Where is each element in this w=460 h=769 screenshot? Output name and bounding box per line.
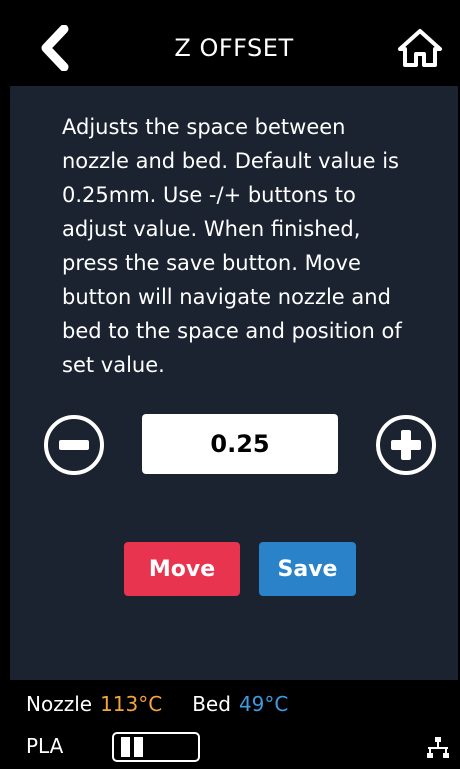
instructions-text: Adjusts the space between nozzle and bed…: [62, 115, 402, 377]
plus-circle-icon: [376, 415, 436, 475]
minus-circle-icon: [44, 415, 104, 475]
material-label: PLA: [26, 734, 64, 758]
main-panel: Adjusts the space between nozzle and bed…: [10, 86, 458, 680]
status-bar: Nozzle 113°C Bed 49°C PLA: [10, 680, 458, 769]
back-button[interactable]: [30, 20, 80, 76]
chevron-left-icon: [41, 25, 69, 71]
indicator-bar: [134, 737, 143, 757]
network-icon: [427, 737, 449, 758]
home-icon: [398, 29, 442, 67]
header-bar: Z OFFSET: [10, 10, 458, 86]
bed-label: Bed: [192, 692, 231, 716]
decrease-button[interactable]: [42, 413, 106, 477]
nozzle-label: Nozzle: [26, 692, 93, 716]
indicator-bar: [121, 737, 130, 757]
increase-button[interactable]: [374, 413, 438, 477]
temperature-row: Nozzle 113°C Bed 49°C: [26, 692, 288, 716]
nozzle-temperature: 113°C: [100, 692, 163, 716]
home-button[interactable]: [394, 24, 446, 72]
offset-value-field[interactable]: 0.25: [142, 414, 338, 474]
filament-status-indicator[interactable]: [112, 732, 200, 762]
move-button[interactable]: Move: [124, 542, 240, 596]
bed-temperature: 49°C: [238, 692, 289, 716]
save-button[interactable]: Save: [259, 542, 356, 596]
